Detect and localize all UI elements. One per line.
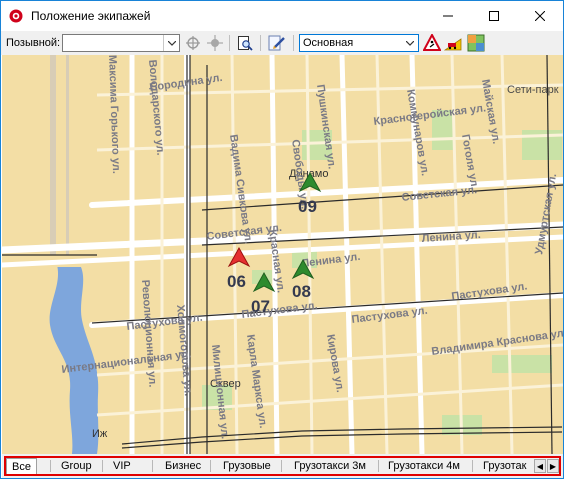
map-canvas[interactable]: Бородина ул. Красногеройская ул. Сети-па… bbox=[2, 55, 563, 454]
title-bar[interactable]: Положение экипажей bbox=[1, 1, 563, 31]
locate-icon bbox=[186, 36, 200, 50]
roadwork-button[interactable] bbox=[423, 34, 441, 52]
map-railway bbox=[50, 55, 69, 255]
tab-business[interactable]: Бизнес bbox=[160, 458, 206, 474]
print-preview-button[interactable] bbox=[236, 34, 254, 52]
car-number-label: 06 bbox=[227, 272, 246, 291]
locate-button[interactable] bbox=[184, 34, 202, 52]
svg-text:Кирова ул.: Кирова ул. bbox=[324, 333, 346, 393]
map-layer-value: Основная bbox=[303, 37, 354, 49]
car-number-label: 07 bbox=[251, 297, 270, 316]
car-number-label: 09 bbox=[298, 197, 317, 216]
chevron-down-icon bbox=[406, 40, 414, 46]
toolbar-separator bbox=[260, 35, 261, 51]
tab-trucks[interactable]: Грузовые bbox=[218, 458, 276, 474]
svg-text:Владимира Краснова ул.: Владимира Краснова ул. bbox=[431, 327, 563, 358]
tab-group[interactable]: Group bbox=[56, 458, 97, 474]
roadwork-icon bbox=[423, 34, 441, 51]
tab-all[interactable]: Все bbox=[6, 458, 37, 474]
map-layers-button[interactable] bbox=[467, 34, 485, 52]
tab-cargo-taxi-truncated[interactable]: Грузотак bbox=[478, 458, 531, 474]
toolbar: Позывной: Основная bbox=[1, 31, 563, 55]
tab-vip[interactable]: VIP bbox=[108, 458, 136, 474]
tab-cargo-taxi-3m[interactable]: Грузотакси 3м bbox=[289, 458, 371, 474]
map-layers-icon bbox=[467, 34, 485, 52]
tab-separator bbox=[210, 460, 211, 472]
tab-separator bbox=[152, 460, 153, 472]
toolbar-separator bbox=[293, 35, 294, 51]
minimize-icon bbox=[443, 15, 453, 17]
print-preview-icon bbox=[238, 36, 253, 51]
edit-map-icon bbox=[268, 35, 285, 51]
svg-text:Удмуртская ул.: Удмуртская ул. bbox=[533, 173, 559, 256]
svg-text:Красногеройская ул.: Красногеройская ул. bbox=[373, 102, 487, 128]
tabs-scroll-right-button[interactable]: ▶ bbox=[547, 459, 559, 473]
chevron-right-icon: ▶ bbox=[549, 461, 557, 471]
svg-text:Сети-парк: Сети-парк bbox=[507, 84, 559, 96]
traffic-button[interactable] bbox=[444, 34, 462, 52]
map-view[interactable]: Бородина ул. Красногеройская ул. Сети-па… bbox=[2, 55, 563, 454]
category-tabs: Все Group VIP Бизнес Грузовые Грузотакси… bbox=[2, 454, 563, 478]
svg-text:Пастухова ул.: Пастухова ул. bbox=[126, 312, 203, 333]
svg-text:Гоголя ул.: Гоголя ул. bbox=[459, 133, 481, 190]
tab-separator bbox=[281, 460, 282, 472]
edit-map-button[interactable] bbox=[268, 34, 286, 52]
map-layer-dropdown-button[interactable] bbox=[402, 35, 418, 51]
map-water bbox=[2, 255, 99, 454]
tab-separator bbox=[378, 460, 379, 472]
callsign-combo[interactable] bbox=[62, 34, 180, 52]
crosshair-icon bbox=[207, 35, 223, 51]
svg-text:Карла Маркса ул.: Карла Маркса ул. bbox=[244, 334, 269, 429]
window-title: Положение экипажей bbox=[31, 9, 151, 23]
chevron-left-icon: ◀ bbox=[536, 461, 544, 471]
maximize-button[interactable] bbox=[471, 1, 517, 31]
maximize-icon bbox=[489, 11, 499, 21]
tab-separator bbox=[102, 460, 103, 472]
callsign-dropdown-button[interactable] bbox=[163, 35, 179, 51]
toolbar-separator bbox=[229, 35, 230, 51]
chevron-down-icon bbox=[167, 40, 176, 46]
callsign-label: Позывной: bbox=[6, 37, 61, 49]
close-icon bbox=[535, 11, 545, 21]
traffic-icon bbox=[444, 38, 462, 51]
tab-separator bbox=[472, 460, 473, 472]
crosshair-button[interactable] bbox=[206, 34, 224, 52]
svg-text:Максима Горького ул.: Максима Горького ул. bbox=[106, 55, 122, 174]
tab-cargo-taxi-4m[interactable]: Грузотакси 4м bbox=[383, 458, 465, 474]
minimize-button[interactable] bbox=[425, 1, 471, 31]
svg-text:Коммунаров ул.: Коммунаров ул. bbox=[404, 88, 431, 176]
app-window: Положение экипажей Позывной: Основная Бо… bbox=[0, 0, 564, 479]
map-layer-select[interactable]: Основная bbox=[299, 34, 419, 52]
tabs-scroll-left-button[interactable]: ◀ bbox=[534, 459, 546, 473]
app-icon bbox=[9, 9, 23, 23]
tab-separator bbox=[50, 460, 51, 472]
svg-text:Иж: Иж bbox=[92, 428, 108, 440]
car-number-label: 08 bbox=[292, 282, 311, 301]
close-button[interactable] bbox=[517, 1, 563, 31]
